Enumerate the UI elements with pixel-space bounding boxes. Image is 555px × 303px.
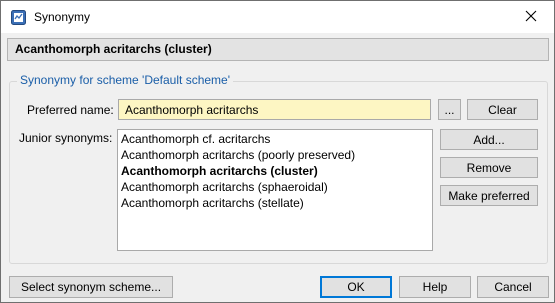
groupbox-title: Synonymy for scheme 'Default scheme'	[17, 73, 233, 87]
preferred-name-field[interactable]: Acanthomorph acritarchs	[118, 99, 431, 120]
selected-name-header: Acanthomorph acritarchs (cluster)	[7, 38, 549, 61]
close-icon	[525, 10, 537, 25]
browse-button[interactable]: ...	[438, 99, 461, 120]
list-item[interactable]: Acanthomorph acritarchs (stellate)	[118, 195, 432, 211]
list-item[interactable]: Acanthomorph acritarchs (sphaeroidal)	[118, 179, 432, 195]
cancel-button[interactable]: Cancel	[477, 276, 549, 298]
clear-button[interactable]: Clear	[467, 99, 538, 120]
list-item[interactable]: Acanthomorph cf. acritarchs	[118, 131, 432, 147]
list-item[interactable]: Acanthomorph acritarchs (poorly preserve…	[118, 147, 432, 163]
select-synonym-scheme-button[interactable]: Select synonym scheme...	[9, 276, 173, 298]
ok-button[interactable]: OK	[320, 276, 392, 298]
preferred-name-label: Preferred name:	[27, 103, 114, 117]
make-preferred-button[interactable]: Make preferred	[440, 185, 538, 206]
remove-button[interactable]: Remove	[440, 157, 538, 178]
selected-name: Acanthomorph acritarchs (cluster)	[15, 42, 212, 56]
synonymy-dialog: Synonymy Acanthomorph acritarchs (cluste…	[0, 0, 555, 303]
title-bar[interactable]: Synonymy	[1, 1, 554, 33]
close-button[interactable]	[508, 1, 554, 33]
junior-synonyms-label: Junior synonyms:	[19, 131, 113, 145]
window-title: Synonymy	[34, 10, 91, 24]
help-button[interactable]: Help	[399, 276, 471, 298]
junior-synonyms-list[interactable]: Acanthomorph cf. acritarchs Acanthomorph…	[117, 129, 433, 251]
add-button[interactable]: Add...	[440, 129, 538, 150]
app-icon	[11, 10, 26, 25]
list-item[interactable]: Acanthomorph acritarchs (cluster)	[118, 163, 432, 179]
